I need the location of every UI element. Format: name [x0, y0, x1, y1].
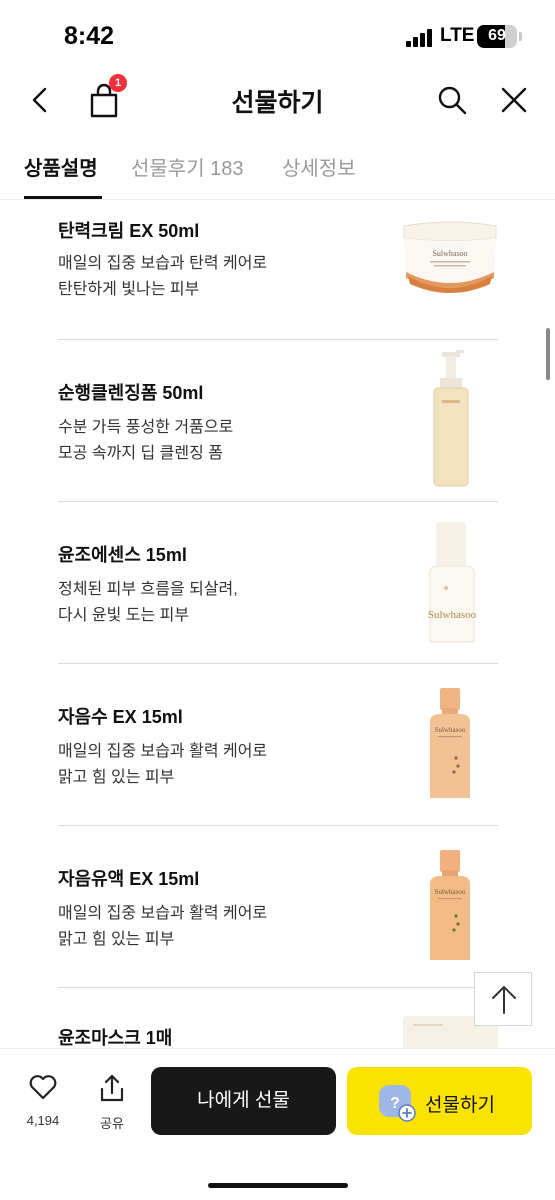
send-gift-button[interactable]: ? 선물하기: [347, 1067, 532, 1135]
signal-icon: [406, 29, 434, 47]
product-description-line1: 매일의 집중 보습과 활력 케어로: [58, 905, 268, 922]
brand-label: Sulwhasoo: [435, 726, 466, 734]
network-type: LTE: [440, 25, 475, 46]
product-description-line1: 정체된 피부 흐름을 되살려,: [58, 581, 238, 598]
cream-jar-image: Sulwhasoo: [403, 221, 497, 293]
product-item: 자음수 EX 15ml 매일의 집중 보습과 활력 케어로 맑고 힘 있는 피부…: [58, 664, 498, 826]
brand-label: Sulwhasoo: [432, 249, 467, 258]
status-time: 8:42: [64, 22, 115, 50]
status-bar: 8:42 LTE 69: [0, 0, 555, 72]
product-description-line2: 다시 윤빛 도는 피부: [58, 607, 190, 624]
tab-gift-reviews[interactable]: 선물후기 183: [131, 152, 244, 181]
battery-level: 69: [488, 27, 506, 44]
brand-label: Sulwhasoo: [435, 888, 466, 896]
close-button[interactable]: [498, 84, 530, 116]
pump-bottle-image: [433, 350, 469, 487]
page-title: 선물하기: [231, 89, 324, 117]
product-description-line1: 매일의 집중 보습과 탄력 케어로: [58, 255, 268, 272]
arrow-up-icon: [492, 986, 516, 1014]
svg-text:?: ?: [390, 1095, 400, 1112]
product-name: 윤조에센스 15ml: [58, 545, 187, 565]
share-label: 공유: [100, 1116, 124, 1131]
product-description-line2: 모공 속까지 딥 클렌징 폼: [58, 445, 223, 462]
scrollbar-thumb[interactable]: [546, 328, 550, 380]
product-item: 자음유액 EX 15ml 매일의 집중 보습과 활력 케어로 맑고 힘 있는 피…: [58, 826, 498, 988]
product-item: 윤조마스크 1매: [58, 988, 498, 1048]
product-name: 자음수 EX 15ml: [58, 707, 183, 727]
active-tab-indicator: [24, 196, 102, 199]
send-gift-label: 선물하기: [425, 1095, 495, 1116]
close-icon: [501, 87, 527, 113]
header: 선물하기: [0, 72, 555, 128]
tab-bar: 상품설명 선물후기 183 상세정보: [0, 140, 555, 200]
heart-icon: [29, 1075, 57, 1100]
battery-icon: 69: [477, 25, 517, 48]
share-button[interactable]: 공유: [90, 1073, 134, 1133]
product-list[interactable]: 탄력크림 EX 50ml 매일의 집중 보습과 탄력 케어로 탄탄하게 빛나는 …: [0, 200, 555, 1048]
gift-to-me-button[interactable]: 나에게 선물: [151, 1067, 336, 1135]
search-icon: [438, 86, 467, 115]
search-button[interactable]: [436, 84, 468, 116]
product-item: 윤조에센스 15ml 정체된 피부 흐름을 되살려, 다시 윤빛 도는 피부 S…: [58, 502, 498, 664]
like-button[interactable]: 4,194: [18, 1073, 68, 1133]
product-item: 순행클렌징폼 50ml 수분 가득 풍성한 거품으로 모공 속까지 딥 클렌징 …: [58, 340, 498, 502]
share-icon: [100, 1074, 124, 1102]
product-name: 윤조마스크 1매: [58, 1028, 173, 1048]
like-count: 4,194: [26, 1113, 60, 1128]
gift-friend-icon: ?: [379, 1085, 416, 1122]
brand-label: Sulwhasoo: [428, 609, 477, 621]
product-name: 순행클렌징폼 50ml: [58, 383, 204, 403]
product-item: 탄력크림 EX 50ml 매일의 집중 보습과 탄력 케어로 탄탄하게 빛나는 …: [58, 200, 498, 340]
home-indicator: [208, 1183, 348, 1188]
essence-bottle-image: Sulwhasoo: [428, 522, 477, 643]
product-description-line1: 매일의 집중 보습과 활력 케어로: [58, 743, 268, 760]
product-description-line1: 수분 가득 풍성한 거품으로: [58, 419, 234, 436]
toner-bottle-image: Sulwhasoo: [430, 688, 470, 798]
product-name: 자음유액 EX 15ml: [58, 869, 200, 889]
cart-badge: 1: [109, 74, 127, 92]
battery-cap: [519, 32, 522, 41]
product-description-line2: 맑고 힘 있는 피부: [58, 769, 175, 786]
emulsion-bottle-image: Sulwhasoo: [430, 850, 470, 960]
product-description-line2: 탄탄하게 빛나는 피부: [58, 281, 200, 298]
product-name: 탄력크림 EX 50ml: [58, 221, 200, 241]
product-description-line2: 맑고 힘 있는 피부: [58, 931, 175, 948]
scroll-to-top-button[interactable]: [474, 972, 532, 1026]
bottom-action-bar: 4,194 공유 나에게 선물 ? 선물하기: [0, 1048, 555, 1200]
tab-details[interactable]: 상세정보: [282, 152, 356, 181]
tab-product-description[interactable]: 상품설명: [24, 152, 98, 181]
